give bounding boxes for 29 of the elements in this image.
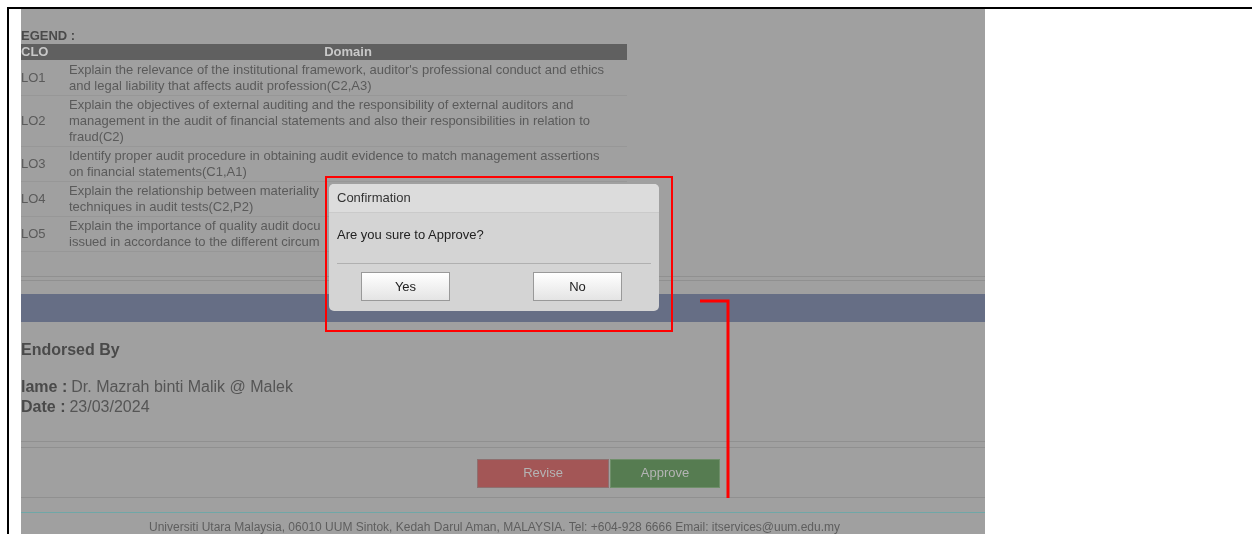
- footer-text: Universiti Utara Malaysia, 06010 UUM Sintok, Kedah Darul Aman, MALAYSIA. Tel: +604-928 6666 Email: itservices@uum.edu.my: [148, 519, 842, 534]
- table-cell-text: on financial statements(C1,A1): [69, 163, 247, 180]
- table-cell-text: techniques in audit tests(C2,P2): [69, 198, 254, 215]
- column-header: CLO: [21, 43, 50, 60]
- dialog-title: Confirmation: [337, 189, 411, 208]
- table-cell-text: and legal liability that affects audit profession(C2,A3): [69, 77, 372, 94]
- table-cell-text: LO5: [21, 225, 47, 242]
- dialog-button[interactable]: No: [533, 272, 622, 301]
- dialog-message: Are you sure to Approve?: [336, 226, 485, 244]
- field-label: lame :: [21, 376, 68, 397]
- table-cell-text: issued in accordance to the different circum: [69, 233, 320, 250]
- table-cell-text: fraud(C2): [69, 128, 124, 145]
- section-heading: Endorsed By: [21, 340, 121, 359]
- field-value: Dr. Mazrah binti Malik @ Malek: [71, 376, 293, 397]
- table-cell-text: Explain the relationship between materiality: [69, 182, 320, 199]
- table-cell-text: LO1: [21, 69, 47, 86]
- table-cell-text: Explain the relevance of the institutional framework, auditor's professional conduct and ethics: [69, 61, 605, 78]
- table-cell-text: LO3: [21, 155, 47, 172]
- column-header: Domain: [323, 43, 373, 60]
- table-cell-text: LO4: [21, 190, 47, 207]
- legend-title: EGEND :: [21, 28, 77, 44]
- table-cell-text: Explain the importance of quality audit docu: [69, 217, 321, 234]
- table-cell-text: LO2: [21, 112, 47, 129]
- field-value: 23/03/2024: [69, 396, 150, 417]
- table-cell-text: Explain the objectives of external auditing and the responsibility of external auditors and: [69, 96, 574, 113]
- field-label: Date :: [21, 396, 66, 417]
- table-cell-text: Identify proper audit procedure in obtaining audit evidence to match management assertions: [69, 147, 600, 164]
- dialog-button[interactable]: Yes: [361, 272, 450, 301]
- table-cell-text: management in the audit of financial statements and also their responsibilities in relation to: [69, 112, 591, 129]
